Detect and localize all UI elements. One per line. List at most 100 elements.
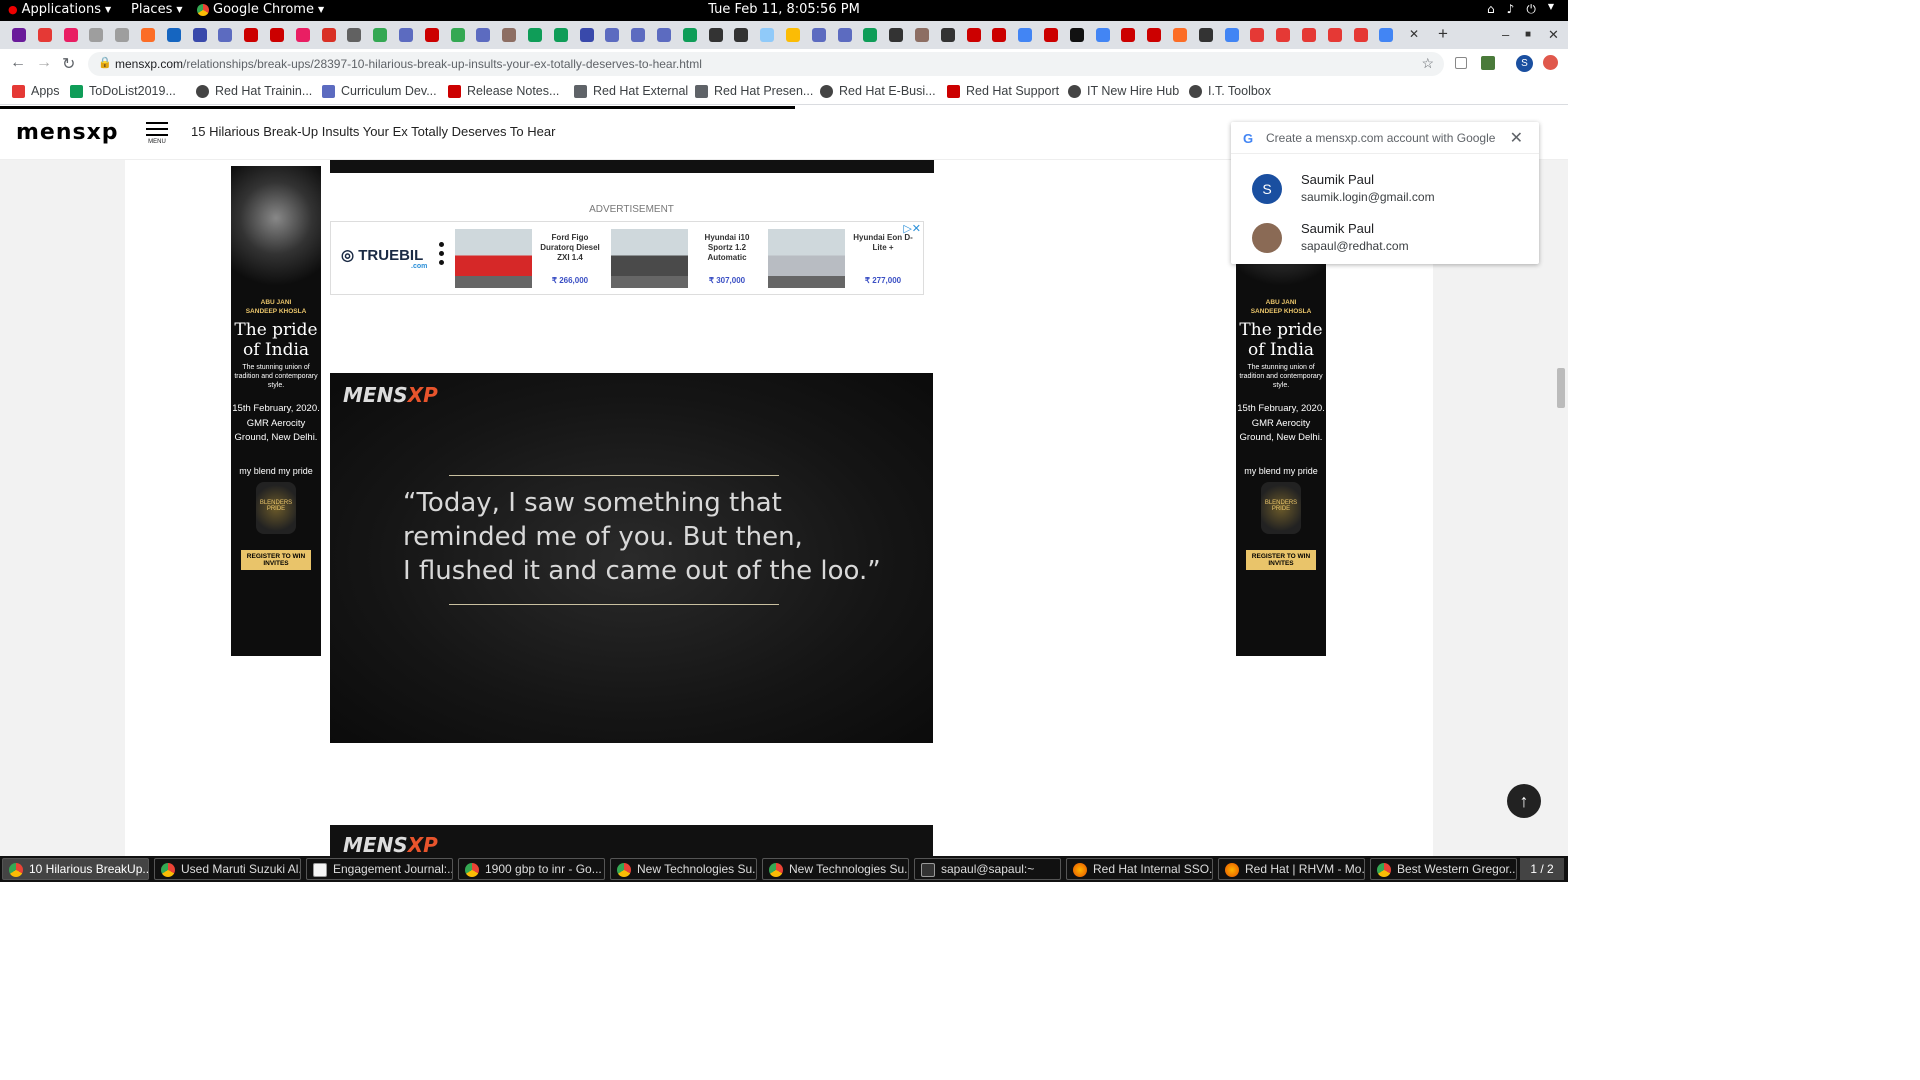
tab-favicon-icon[interactable] [347, 28, 362, 42]
taskbar-window-button[interactable]: sapaul@sapaul:~ [914, 858, 1061, 880]
ad-more-icon[interactable] [439, 242, 444, 269]
tab-favicon-icon[interactable] [373, 28, 388, 42]
bookmark-item[interactable]: Red Hat E-Busi... [820, 84, 936, 98]
taskbar-window-button[interactable]: Best Western Gregor... [1370, 858, 1517, 880]
bookmark-item[interactable]: ToDoList2019... [70, 84, 176, 98]
tab-favicon-icon[interactable] [1276, 28, 1291, 42]
tab-favicon-icon[interactable] [141, 28, 155, 42]
tab-favicon-icon[interactable] [1069, 28, 1084, 42]
close-window-button[interactable]: ✕ [1548, 27, 1559, 43]
bookmark-item[interactable]: Red Hat Support [947, 84, 1059, 98]
tab-favicon-icon[interactable] [1044, 28, 1058, 42]
bookmark-item[interactable]: Release Notes... [448, 84, 559, 98]
car-image[interactable] [611, 229, 688, 288]
bookmark-item[interactable]: Red Hat Presen... [695, 84, 813, 98]
tab-favicon-icon[interactable] [502, 28, 517, 42]
tab-favicon-icon[interactable] [192, 28, 207, 42]
scroll-to-top-button[interactable]: ↑ [1507, 784, 1541, 818]
bookmark-item[interactable]: Curriculum Dev... [322, 84, 437, 98]
taskbar-window-button[interactable]: New Technologies Su... [762, 858, 909, 880]
tab-favicon-icon[interactable] [1353, 28, 1368, 42]
tab-favicon-icon[interactable] [1147, 28, 1162, 42]
tab-favicon-icon[interactable] [708, 28, 723, 42]
account-option[interactable]: S Saumik Paul saumik.login@gmail.com [1231, 166, 1539, 214]
maximize-button[interactable]: ■ [1525, 29, 1531, 40]
bookmark-item[interactable]: Apps [12, 84, 60, 98]
tab-favicon-icon[interactable] [295, 28, 310, 42]
tab-favicon-icon[interactable] [966, 28, 981, 42]
tab-favicon-icon[interactable] [1173, 28, 1187, 42]
system-tray[interactable]: ⌂ ♪ ⏻ ▼ [1487, 2, 1554, 17]
forward-button[interactable]: → [36, 54, 52, 72]
bookmark-item[interactable]: Red Hat External [574, 84, 688, 98]
workspace-switcher[interactable]: 1 / 2 [1520, 858, 1564, 880]
bookmark-item[interactable]: I.T. Toolbox [1189, 84, 1271, 98]
left-side-ad[interactable]: ABU JANI SANDEEP KHOSLA The pride of Indi… [231, 166, 321, 656]
new-tab-button[interactable]: + [1438, 24, 1448, 44]
tab-favicon-icon[interactable] [244, 28, 259, 42]
taskbar-window-button[interactable]: 10 Hilarious BreakUp... [2, 858, 149, 880]
tab-favicon-icon[interactable] [166, 28, 181, 42]
bookmark-item[interactable]: Red Hat Trainin... [196, 84, 312, 98]
address-bar[interactable]: 🔒 mensxp.com/relationships/break-ups/283… [88, 52, 1444, 76]
reader-extension-icon[interactable] [1455, 57, 1467, 69]
tab-favicon-icon[interactable] [1327, 28, 1342, 42]
taskbar-window-button[interactable]: New Technologies Su... [610, 858, 757, 880]
back-button[interactable]: ← [10, 54, 26, 72]
tab-favicon-icon[interactable] [1379, 28, 1394, 42]
adchoices-icon[interactable]: ▷✕ [903, 222, 921, 235]
tab-favicon-icon[interactable] [1250, 28, 1265, 42]
tab-favicon-icon[interactable] [811, 28, 826, 42]
ad-register-button[interactable]: REGISTER TO WIN INVITES [1246, 549, 1316, 570]
ad-register-button[interactable]: REGISTER TO WIN INVITES [241, 549, 311, 570]
bookmark-item[interactable]: IT New Hire Hub [1068, 84, 1179, 98]
site-logo[interactable]: mensxp [16, 120, 119, 145]
tab-favicon-icon[interactable] [1224, 28, 1239, 42]
minimize-button[interactable]: ‒ [1502, 27, 1509, 42]
car-image[interactable] [455, 229, 532, 288]
tab-favicon-icon[interactable] [579, 28, 594, 42]
tab-favicon-icon[interactable] [940, 28, 955, 42]
page-scrollbar-thumb[interactable] [1557, 368, 1565, 408]
close-icon[interactable]: ✕ [1510, 128, 1523, 148]
tab-favicon-icon[interactable] [760, 28, 775, 42]
tab-favicon-icon[interactable] [915, 28, 929, 42]
tab-favicon-icon[interactable] [450, 28, 465, 42]
tab-favicon-icon[interactable] [218, 28, 233, 42]
close-tab-icon[interactable]: ✕ [1409, 27, 1419, 41]
car-name[interactable]: Hyundai Eon D-Lite + [848, 233, 918, 253]
tab-favicon-icon[interactable] [1198, 28, 1213, 42]
bookmark-star-icon[interactable]: ☆ [1421, 55, 1434, 72]
tab-favicon-icon[interactable] [12, 28, 26, 42]
tab-favicon-icon[interactable] [682, 28, 697, 42]
taskbar-window-button[interactable]: Used Maruti Suzuki Al... [154, 858, 301, 880]
reload-button[interactable]: ↻ [62, 54, 75, 74]
photo-extension-icon[interactable] [1481, 56, 1495, 70]
tab-favicon-icon[interactable] [89, 28, 104, 42]
tab-favicon-icon[interactable] [63, 28, 78, 42]
car-name[interactable]: Ford Figo Duratorq Diesel ZXI 1.4 [535, 233, 605, 263]
taskbar-window-button[interactable]: Red Hat Internal SSO... [1066, 858, 1213, 880]
chrome-menu-icon[interactable] [1543, 55, 1558, 70]
tab-favicon-icon[interactable] [992, 28, 1007, 42]
car-name[interactable]: Hyundai i10 Sportz 1.2 Automatic [692, 233, 762, 263]
tab-favicon-icon[interactable] [553, 28, 568, 42]
tab-favicon-icon[interactable] [1302, 28, 1316, 42]
taskbar-window-button[interactable]: 1900 gbp to inr - Go... [458, 858, 605, 880]
tab-favicon-icon[interactable] [1095, 28, 1110, 42]
tab-favicon-icon[interactable] [631, 28, 646, 42]
tab-favicon-icon[interactable] [863, 28, 878, 42]
truebil-ad-banner[interactable]: ◎ TRUEBIL .com Ford Figo Duratorq Diesel … [330, 221, 924, 295]
tab-favicon-icon[interactable] [657, 28, 671, 42]
tab-favicon-icon[interactable] [786, 28, 800, 42]
account-option[interactable]: Saumik Paul sapaul@redhat.com [1231, 215, 1539, 263]
profile-avatar[interactable]: S [1516, 55, 1533, 72]
tab-favicon-icon[interactable] [399, 28, 413, 42]
tab-favicon-icon[interactable] [1018, 28, 1033, 42]
tab-favicon-icon[interactable] [528, 28, 542, 42]
tab-favicon-icon[interactable] [1121, 28, 1136, 42]
tab-favicon-icon[interactable] [115, 28, 130, 42]
tab-favicon-icon[interactable] [837, 28, 852, 42]
tab-favicon-icon[interactable] [476, 28, 491, 42]
tab-favicon-icon[interactable] [889, 28, 904, 42]
